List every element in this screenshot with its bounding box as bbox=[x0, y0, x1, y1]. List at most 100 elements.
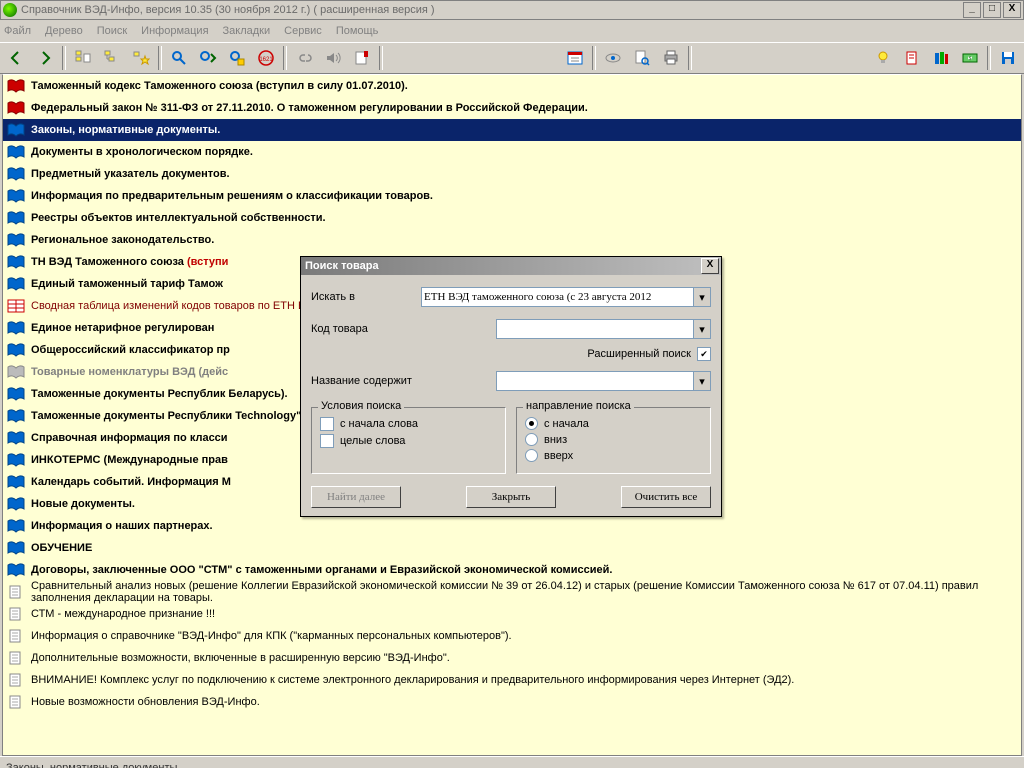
tb-search-fwd-icon[interactable] bbox=[194, 44, 222, 72]
groupbox-conditions: Условия поиска с начала слова целые слов… bbox=[311, 407, 506, 474]
radio-from-start[interactable] bbox=[525, 417, 538, 430]
tb-search-icon[interactable] bbox=[165, 44, 193, 72]
chevron-down-icon[interactable]: ▾ bbox=[694, 319, 711, 339]
tb-link-icon[interactable] bbox=[290, 44, 318, 72]
tree-row-label: Дополнительные возможности, включенные в… bbox=[31, 652, 450, 664]
book-blue-icon bbox=[7, 497, 25, 511]
tree-row-label: Таможенный кодекс Таможенного союза (вст… bbox=[31, 80, 408, 92]
clear-all-button[interactable]: Очистить все bbox=[621, 486, 711, 508]
search-in-select[interactable] bbox=[421, 287, 694, 307]
menu-search[interactable]: Поиск bbox=[97, 25, 127, 37]
tree-row-label: Календарь событий. Информация М bbox=[31, 476, 231, 488]
doc-icon bbox=[7, 629, 25, 643]
tree-row-label: ТН ВЭД Таможенного союза (вступи bbox=[31, 256, 228, 268]
book-blue-icon bbox=[7, 541, 25, 555]
tb-save-icon[interactable] bbox=[994, 44, 1022, 72]
book-blue-icon bbox=[7, 431, 25, 445]
tree-row[interactable]: СТМ - международное признание !!! bbox=[3, 603, 1021, 625]
tree-row-label: Новые документы. bbox=[31, 498, 135, 510]
doc-icon bbox=[7, 651, 25, 665]
tree-row-label: Новые возможности обновления ВЭД-Инфо. bbox=[31, 696, 260, 708]
tree-row[interactable]: ВНИМАНИЕ! Комплекс услуг по подключению … bbox=[3, 669, 1021, 691]
tree-row-label: ОБУЧЕНИЕ bbox=[31, 542, 92, 554]
menu-service[interactable]: Сервис bbox=[284, 25, 322, 37]
tree-row[interactable]: Информация о наших партнерах. bbox=[3, 515, 1021, 537]
window-title: Справочник ВЭД-Инфо, версия 10.35 (30 но… bbox=[21, 4, 435, 16]
book-blue-icon bbox=[7, 387, 25, 401]
tree-row[interactable]: Новые возможности обновления ВЭД-Инфо. bbox=[3, 691, 1021, 713]
dialog-title-bar[interactable]: Поиск товара X bbox=[301, 257, 721, 275]
book-blue-icon bbox=[7, 475, 25, 489]
book-blue-icon bbox=[7, 145, 25, 159]
name-input[interactable] bbox=[496, 371, 694, 391]
tb-money-icon[interactable]: $ bbox=[956, 44, 984, 72]
menu-file[interactable]: Файл bbox=[4, 25, 31, 37]
tb-back-icon[interactable] bbox=[2, 44, 30, 72]
tree-row[interactable]: ОБУЧЕНИЕ bbox=[3, 537, 1021, 559]
tree-row[interactable]: Договоры, заключенные ООО "СТМ" с таможе… bbox=[3, 559, 1021, 581]
book-gray-icon bbox=[7, 365, 25, 379]
code-input[interactable] bbox=[496, 319, 694, 339]
tb-print-icon[interactable] bbox=[657, 44, 685, 72]
tree-row[interactable]: Дополнительные возможности, включенные в… bbox=[3, 647, 1021, 669]
tb-sound-icon[interactable] bbox=[319, 44, 347, 72]
book-blue-icon bbox=[7, 321, 25, 335]
radio-down[interactable] bbox=[525, 433, 538, 446]
tb-notes-icon[interactable] bbox=[898, 44, 926, 72]
tree-row[interactable]: Реестры объектов интеллектуальной собств… bbox=[3, 207, 1021, 229]
svg-text:1621: 1621 bbox=[259, 57, 273, 63]
status-text: Законы, нормативные документы. bbox=[6, 762, 180, 768]
tb-treefav-icon[interactable] bbox=[127, 44, 155, 72]
tb-bulb-icon[interactable] bbox=[869, 44, 897, 72]
tree-row-label: Общероссийский классификатор пр bbox=[31, 344, 230, 356]
tree-row-label: Предметный указатель документов. bbox=[31, 168, 230, 180]
tb-search-goods-icon[interactable] bbox=[223, 44, 251, 72]
tree-row-label: СТМ - международное признание !!! bbox=[31, 608, 215, 620]
dialog-close-button[interactable]: X bbox=[701, 258, 719, 274]
book-blue-icon bbox=[7, 255, 25, 269]
maximize-button[interactable]: □ bbox=[983, 2, 1001, 18]
find-next-button[interactable]: Найти далее bbox=[311, 486, 401, 508]
tb-fwd-icon[interactable] bbox=[31, 44, 59, 72]
svg-text:$: $ bbox=[969, 56, 972, 62]
tb-rate-icon[interactable]: 1621 bbox=[252, 44, 280, 72]
table-icon bbox=[7, 299, 25, 313]
radio-up[interactable] bbox=[525, 449, 538, 462]
tb-tree2-icon[interactable] bbox=[98, 44, 126, 72]
tree-row-label: Региональное законодательство. bbox=[31, 234, 214, 246]
tree-row[interactable]: Таможенный кодекс Таможенного союза (вст… bbox=[3, 75, 1021, 97]
doc-icon bbox=[7, 673, 25, 687]
tree-row-label: Федеральный закон № 311-ФЗ от 27.11.2010… bbox=[31, 102, 588, 114]
tb-bookmark-icon[interactable] bbox=[348, 44, 376, 72]
chevron-down-icon[interactable]: ▾ bbox=[694, 287, 711, 307]
tree-row[interactable]: Федеральный закон № 311-ФЗ от 27.11.2010… bbox=[3, 97, 1021, 119]
tb-books-icon[interactable] bbox=[927, 44, 955, 72]
tree-row-label: Информация по предварительным решениям о… bbox=[31, 190, 433, 202]
book-blue-icon bbox=[7, 211, 25, 225]
title-bar: Справочник ВЭД-Инфо, версия 10.35 (30 но… bbox=[0, 0, 1024, 20]
tree-row[interactable]: Законы, нормативные документы. bbox=[3, 119, 1021, 141]
tree-row[interactable]: Предметный указатель документов. bbox=[3, 163, 1021, 185]
tb-eye-icon[interactable] bbox=[599, 44, 627, 72]
menu-info[interactable]: Информация bbox=[141, 25, 208, 37]
tb-preview-icon[interactable] bbox=[628, 44, 656, 72]
extended-checkbox[interactable]: ✔ bbox=[697, 347, 711, 361]
menu-help[interactable]: Помощь bbox=[336, 25, 379, 37]
tree-row[interactable]: Информация по предварительным решениям о… bbox=[3, 185, 1021, 207]
tb-tree1-icon[interactable] bbox=[69, 44, 97, 72]
menu-bookmarks[interactable]: Закладки bbox=[223, 25, 271, 37]
tb-calendar-icon[interactable] bbox=[561, 44, 589, 72]
close-dialog-button[interactable]: Закрыть bbox=[466, 486, 556, 508]
book-blue-icon bbox=[7, 519, 25, 533]
tree-row[interactable]: Сравнительный анализ новых (решение Колл… bbox=[3, 581, 1021, 603]
minimize-button[interactable]: _ bbox=[963, 2, 981, 18]
tree-row[interactable]: Документы в хронологическом порядке. bbox=[3, 141, 1021, 163]
tree-row[interactable]: Информация о справочнике "ВЭД-Инфо" для … bbox=[3, 625, 1021, 647]
menu-tree[interactable]: Дерево bbox=[45, 25, 83, 37]
chk-whole-words[interactable] bbox=[320, 434, 334, 448]
chevron-down-icon[interactable]: ▾ bbox=[694, 371, 711, 391]
book-blue-icon bbox=[7, 167, 25, 181]
close-button[interactable]: X bbox=[1003, 2, 1021, 18]
tree-row[interactable]: Региональное законодательство. bbox=[3, 229, 1021, 251]
chk-from-start[interactable] bbox=[320, 417, 334, 431]
